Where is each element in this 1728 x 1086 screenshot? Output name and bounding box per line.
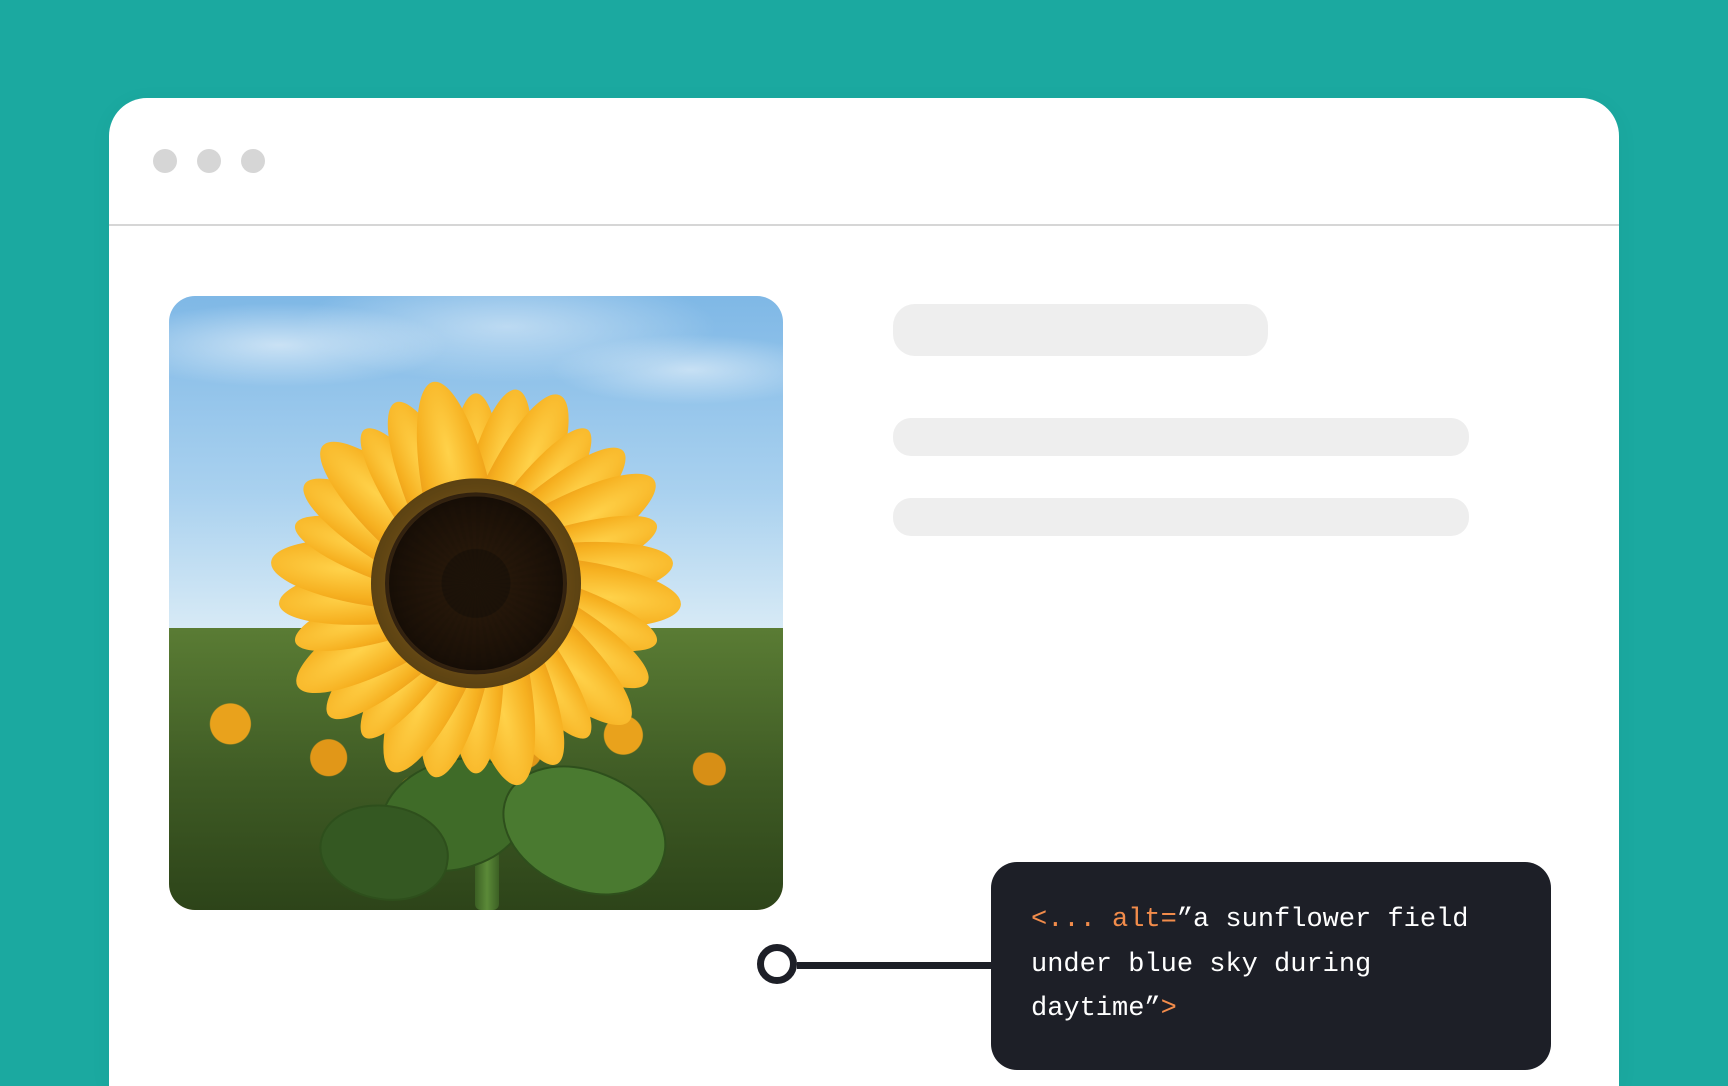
- alt-text-code-callout: <... alt=”a sunflower field under blue s…: [991, 862, 1551, 1070]
- code-bracket-open: <...: [1031, 905, 1112, 935]
- traffic-light-zoom-icon[interactable]: [241, 149, 265, 173]
- placeholder-line: [893, 498, 1469, 536]
- code-quote-open: ”: [1177, 905, 1193, 935]
- placeholder-line: [893, 418, 1469, 456]
- sunflower-head: [266, 373, 686, 793]
- callout-anchor-dot-icon: [757, 944, 797, 984]
- browser-window: <... alt=”a sunflower field under blue s…: [109, 98, 1619, 1086]
- code-attr-name: alt=: [1112, 905, 1177, 935]
- browser-chrome: [109, 98, 1619, 226]
- placeholder-title: [893, 304, 1268, 356]
- traffic-light-close-icon[interactable]: [153, 149, 177, 173]
- sunflower-image: [169, 296, 783, 910]
- page-content: <... alt=”a sunflower field under blue s…: [109, 226, 1619, 1086]
- code-bracket-close: >: [1161, 994, 1177, 1024]
- sunflower-center: [371, 478, 581, 688]
- callout-connector-line: [797, 962, 1007, 969]
- traffic-light-minimize-icon[interactable]: [197, 149, 221, 173]
- code-quote-close: ”: [1144, 994, 1160, 1024]
